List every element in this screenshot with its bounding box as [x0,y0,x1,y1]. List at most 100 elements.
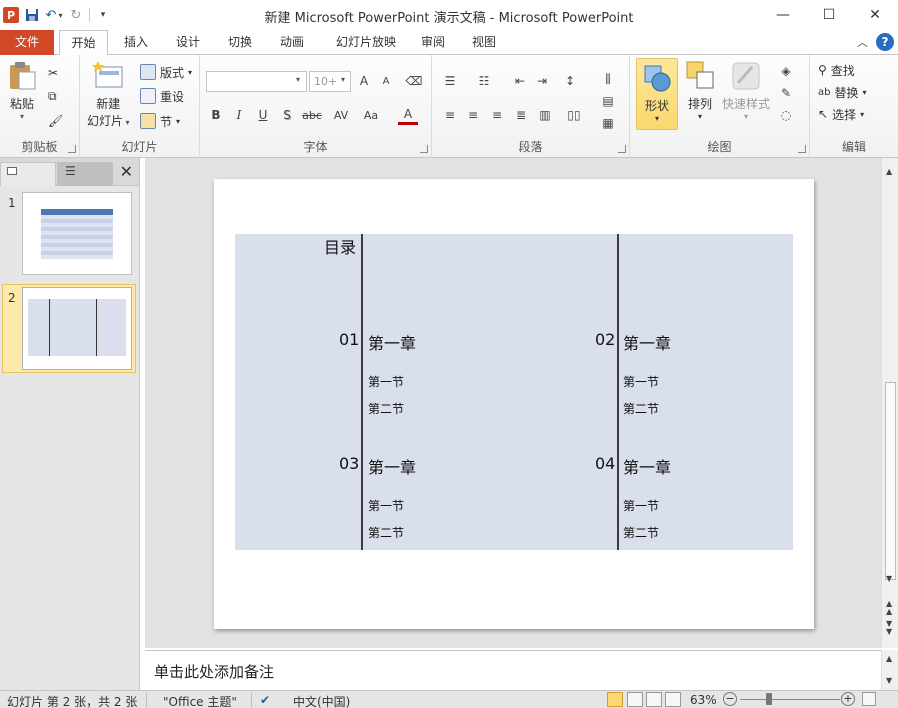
bullets-icon[interactable]: ☰ [440,71,460,91]
justify-icon[interactable]: ≣ [511,105,531,125]
slideshow-view-icon[interactable] [665,692,681,707]
decrease-indent-icon[interactable]: ⇤ [510,71,530,91]
select-button[interactable]: ↖ 选择 ▾ [818,104,864,124]
shape-fill-icon[interactable]: ◈ [776,61,796,81]
clipboard-launcher-icon[interactable] [68,145,76,153]
tab-insert[interactable]: 插入 [113,30,159,55]
tab-home[interactable]: 开始 [59,30,108,56]
normal-view-icon[interactable] [607,692,623,707]
minimize-ribbon-icon[interactable]: ︿ [857,34,868,50]
shapes-button[interactable]: 形状 ▾ [636,58,678,130]
text-direction-icon[interactable]: ⫼ [598,69,618,89]
section-title[interactable]: 第一节 [368,497,404,514]
drawing-launcher-icon[interactable] [798,145,806,153]
previous-slide-icon[interactable]: ▲ ▲ [886,600,892,616]
font-name-combo[interactable] [206,71,307,92]
underline-button[interactable]: U [253,105,273,125]
zoom-level[interactable]: 63% [690,693,717,707]
zoom-slider-handle[interactable] [766,693,772,705]
spell-check-icon[interactable]: ✔ [260,693,270,707]
align-left-icon[interactable]: ≡ [440,105,460,125]
change-case-button[interactable]: Aa [359,105,383,125]
chapter-title[interactable]: 第一章 [368,454,416,478]
tab-outline[interactable]: ☰ [57,162,113,186]
slide-thumbnail-1[interactable] [22,192,132,275]
help-icon[interactable]: ? [876,33,894,51]
font-size-dropdown-icon[interactable]: ▾ [341,75,345,84]
line-spacing-icon[interactable]: ↕ [560,71,580,91]
font-color-button[interactable]: A [398,105,418,125]
section-title[interactable]: 第一节 [368,373,404,390]
align-right-icon[interactable]: ≡ [487,105,507,125]
grow-font-button[interactable]: A [354,71,374,91]
notes-scroll-up-icon[interactable]: ▲ [886,654,892,663]
char-spacing-button[interactable]: AV [329,105,353,125]
notes-scroll-down-icon[interactable]: ▼ [886,676,892,685]
tab-file[interactable]: 文件 [0,30,54,55]
chapter-number[interactable]: 03 [339,454,359,473]
arrange-button[interactable]: 排列 ▾ [684,59,716,121]
section-button[interactable]: 节 ▾ [140,111,180,131]
font-name-dropdown-icon[interactable]: ▾ [296,75,300,84]
strikethrough-button[interactable]: abc [302,105,322,125]
zoom-slider[interactable] [740,699,840,700]
tab-transitions[interactable]: 切换 [217,30,263,55]
tab-slideshow[interactable]: 幻灯片放映 [324,30,408,55]
shrink-font-button[interactable]: A [376,71,396,91]
section-title[interactable]: 第一节 [623,497,659,514]
shape-effects-icon[interactable]: ◌ [776,105,796,125]
chapter-number[interactable]: 02 [595,330,615,349]
tab-design[interactable]: 设计 [165,30,211,55]
section-title[interactable]: 第二节 [368,400,404,417]
bold-button[interactable]: B [206,105,226,125]
numbering-icon[interactable]: ☷ [474,71,494,91]
distribute-icon[interactable]: ▥ [535,105,555,125]
align-text-icon[interactable]: ▤ [598,91,618,111]
tab-review[interactable]: 审阅 [410,30,456,55]
layout-button[interactable]: 版式 ▾ [140,62,192,82]
tab-view[interactable]: 视图 [461,30,507,55]
zoom-out-icon[interactable]: − [723,692,737,706]
cut-icon[interactable]: ✂ [48,63,58,83]
slide-sorter-view-icon[interactable] [627,692,643,707]
notes-scrollbar[interactable]: ▲ ▼ [881,650,898,690]
smartart-icon[interactable]: ▦ [598,113,618,133]
toc-title[interactable]: 目录 [324,234,356,258]
scroll-up-icon[interactable]: ▲ [886,167,892,176]
clear-format-icon[interactable]: ⌫ [404,71,424,91]
chapter-title[interactable]: 第一章 [368,330,416,354]
section-title[interactable]: 第二节 [623,400,659,417]
columns-icon[interactable]: ▯▯ [564,105,584,125]
close-icon[interactable]: ✕ [852,0,898,30]
shadow-button[interactable]: S [277,105,297,125]
maximize-icon[interactable]: ☐ [806,0,852,30]
increase-indent-icon[interactable]: ⇥ [532,71,552,91]
new-slide-button[interactable]: 新建 幻灯片 ▾ [87,59,130,129]
chapter-number[interactable]: 01 [339,330,359,349]
close-pane-icon[interactable]: ✕ [120,162,133,181]
shape-outline-icon[interactable]: ✎ [776,83,796,103]
format-painter-icon[interactable]: 🖌 [48,111,63,131]
align-center-icon[interactable]: ≡ [463,105,483,125]
section-title[interactable]: 第二节 [368,524,404,541]
quick-styles-button[interactable]: 快速样式 ▾ [722,59,770,121]
font-launcher-icon[interactable] [420,145,428,153]
theme-status[interactable]: "Office 主题" [163,693,237,708]
scroll-thumb[interactable] [885,382,896,580]
section-title[interactable]: 第二节 [623,524,659,541]
paste-button[interactable]: 粘贴 ▾ [6,59,38,121]
vertical-scrollbar[interactable]: ▲ ▼ ▲ ▲ ▼ ▼ [881,158,898,648]
next-slide-icon[interactable]: ▼ ▼ [886,620,892,636]
reset-button[interactable]: 重设 [140,86,184,106]
tab-animations[interactable]: 动画 [269,30,315,55]
slide-thumbnail-2[interactable] [22,287,132,370]
chapter-title[interactable]: 第一章 [623,454,671,478]
notes-pane[interactable]: 单击此处添加备注 [145,650,881,690]
zoom-in-icon[interactable]: + [841,692,855,706]
paragraph-launcher-icon[interactable] [618,145,626,153]
reading-view-icon[interactable] [646,692,662,707]
replace-button[interactable]: ab 替换 ▾ [818,82,867,102]
italic-button[interactable]: I [229,105,249,125]
slide-canvas[interactable]: 目录 01 第一章 第一节 第二节 02 第一章 第一节 第二节 03 第一章 … [214,179,814,629]
fit-to-window-icon[interactable] [862,692,876,706]
